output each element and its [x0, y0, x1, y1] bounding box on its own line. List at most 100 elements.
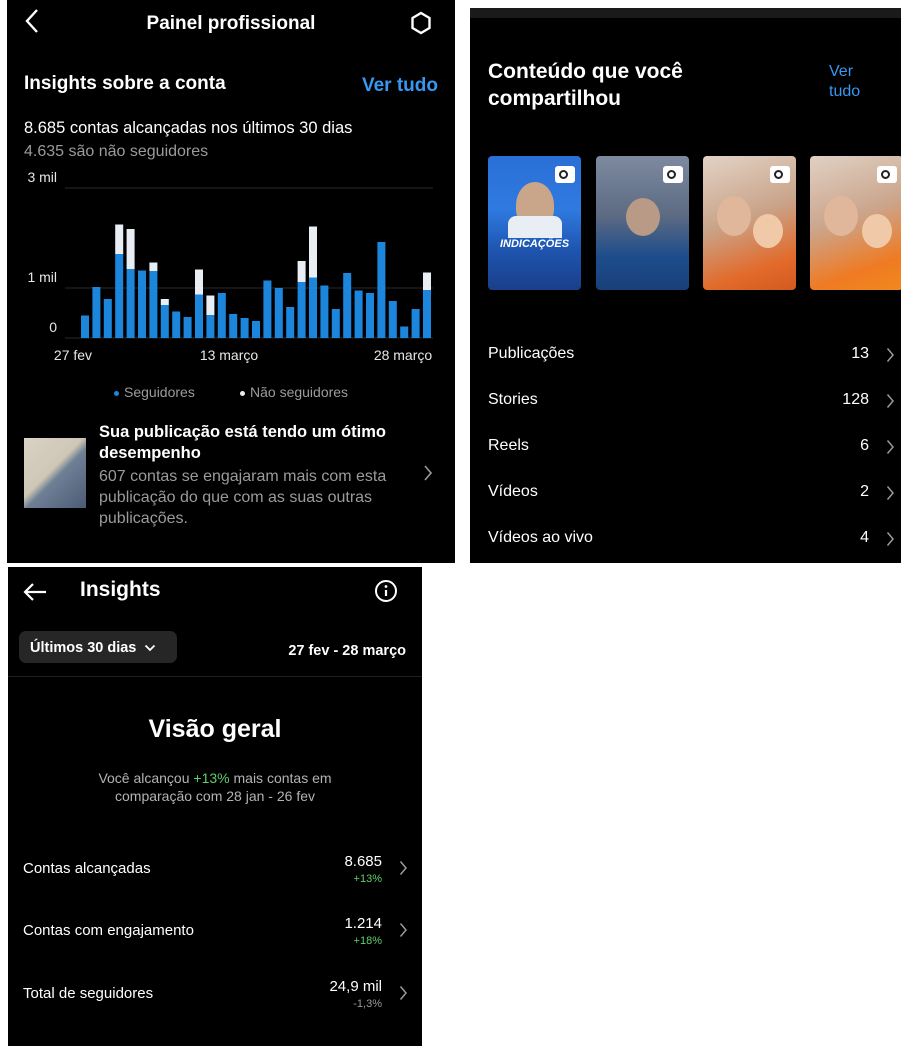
content-row-videos[interactable]: Vídeos 2: [488, 483, 901, 505]
settings-icon[interactable]: [409, 11, 433, 40]
followers-bar: [115, 254, 124, 338]
metric-label: Contas alcançadas: [23, 860, 151, 877]
x-tick-label: 13 março: [200, 347, 259, 363]
content-row-reels[interactable]: Reels 6: [488, 437, 901, 459]
followers-bar: [183, 317, 192, 338]
post-thumbnail[interactable]: [24, 438, 86, 508]
followers-bar: [388, 301, 397, 338]
accounts-reached-text: 8.685 contas alcançadas nos últimos 30 d…: [24, 119, 353, 137]
non-followers-bar: [423, 272, 431, 290]
row-label: Reels: [488, 437, 529, 454]
followers-bar: [217, 293, 226, 338]
performance-title[interactable]: Sua publicação está tendo um ótimo desem…: [99, 422, 399, 464]
row-count: 6: [860, 437, 869, 454]
followers-bar: [240, 318, 249, 338]
legend-non-followers: Não seguidores: [240, 384, 348, 400]
story-child: [862, 214, 892, 248]
followers-bar: [138, 270, 146, 338]
content-row-live-videos[interactable]: Vídeos ao vivo 4: [488, 529, 901, 551]
metric-change: +18%: [353, 935, 382, 947]
chevron-right-icon: [886, 347, 895, 368]
metric-label: Total de seguidores: [23, 985, 154, 1002]
followers-legend-dot: [114, 390, 119, 396]
story-person: [717, 196, 751, 236]
followers-bar: [331, 309, 340, 338]
followers-bar: [160, 305, 169, 338]
followers-bar: [286, 307, 295, 338]
content-row-posts[interactable]: Publicações 13: [488, 345, 901, 367]
metric-change: +13%: [353, 873, 382, 885]
chevron-down-icon: [140, 640, 156, 656]
row-count: 128: [842, 391, 869, 408]
non-followers-bar: [160, 299, 169, 305]
page-title: Painel profissional: [146, 13, 316, 34]
back-arrow-icon[interactable]: [22, 581, 48, 608]
date-range-text: 27 fev - 28 março: [288, 643, 406, 659]
non-followers-bar: [309, 226, 317, 278]
video-camera-icon: [555, 166, 575, 183]
metric-value: 1.214: [344, 915, 382, 932]
followers-bar: [343, 273, 352, 338]
row-label: Publicações: [488, 345, 575, 362]
followers-bar: [206, 315, 215, 338]
divider: [8, 676, 422, 677]
professional-dashboard-panel: Painel profissional Insights sobre a con…: [7, 0, 455, 563]
y-tick-label: 1 mil: [27, 269, 57, 285]
chevron-right-icon: [399, 985, 408, 1006]
x-tick-label: 27 fev: [54, 347, 92, 363]
date-range-dropdown[interactable]: Últimos 30 dias: [19, 631, 177, 663]
account-insights-heading: Insights sobre a conta: [24, 73, 226, 94]
metric-label: Contas com engajamento: [23, 922, 194, 939]
non-followers-bar: [206, 295, 215, 315]
non-followers-bar: [195, 269, 203, 295]
overview-title: Visão geral: [148, 715, 282, 743]
story-thumbnail[interactable]: [703, 156, 796, 290]
metric-accounts-reached[interactable]: Contas alcançadas 8.685 +13%: [23, 853, 408, 893]
page-title: Insights: [80, 578, 161, 601]
non-followers-bar: [126, 229, 135, 269]
followers-bar: [354, 290, 363, 338]
non-followers-text: 4.635 são não seguidores: [24, 143, 209, 160]
followers-bar: [92, 287, 101, 338]
followers-bar: [263, 280, 272, 338]
date-range-label: Últimos 30 dias: [30, 640, 137, 656]
metric-value: 24,9 mil: [329, 978, 382, 995]
chevron-right-icon: [886, 485, 895, 506]
followers-bar: [377, 242, 386, 338]
non-followers-bar: [115, 224, 124, 254]
non-followers-legend-dot: [240, 390, 245, 396]
story-thumbnail[interactable]: [810, 156, 901, 290]
chevron-right-icon: [886, 393, 895, 414]
row-label: Vídeos: [488, 483, 538, 500]
story-person: [824, 196, 858, 236]
followers-bar: [126, 269, 135, 338]
legend-followers: Seguidores: [114, 384, 195, 400]
followers-bar: [149, 271, 158, 338]
followers-bar: [252, 321, 260, 338]
story-thumbnail[interactable]: INDICAÇÕES: [488, 156, 581, 290]
chevron-right-icon: [886, 531, 895, 552]
story-thumbnail[interactable]: [596, 156, 689, 290]
followers-bar: [195, 294, 203, 338]
content-row-stories[interactable]: Stories 128: [488, 391, 901, 413]
info-icon[interactable]: [374, 579, 398, 608]
story-person: [626, 198, 660, 236]
followers-bar: [297, 282, 306, 338]
row-label: Vídeos ao vivo: [488, 529, 593, 546]
metric-accounts-engaged[interactable]: Contas com engajamento 1.214 +18%: [23, 915, 408, 955]
see-all-content-link[interactable]: Ver tudo: [829, 62, 869, 102]
content-heading: Conteúdo que você compartilhou: [488, 60, 683, 110]
performance-description: 607 contas se engajaram mais com esta pu…: [99, 468, 387, 527]
insights-panel: Insights Últimos 30 dias 27 fev - 28 mar…: [8, 567, 422, 1046]
row-count: 2: [860, 483, 869, 500]
followers-bar: [411, 309, 420, 338]
video-camera-icon: [663, 166, 683, 183]
non-followers-bar: [297, 261, 306, 282]
chevron-right-icon[interactable]: [423, 464, 433, 487]
metric-value: 8.685: [344, 853, 382, 870]
reach-bar-chart: 3 mil 1 mil 0 27 fev 13 março 28 março: [27, 170, 433, 363]
see-all-insights-link[interactable]: Ver tudo: [362, 75, 438, 97]
metric-total-followers[interactable]: Total de seguidores 24,9 mil -1,3%: [23, 978, 408, 1018]
followers-bar: [103, 299, 112, 338]
followers-bar: [274, 288, 283, 338]
